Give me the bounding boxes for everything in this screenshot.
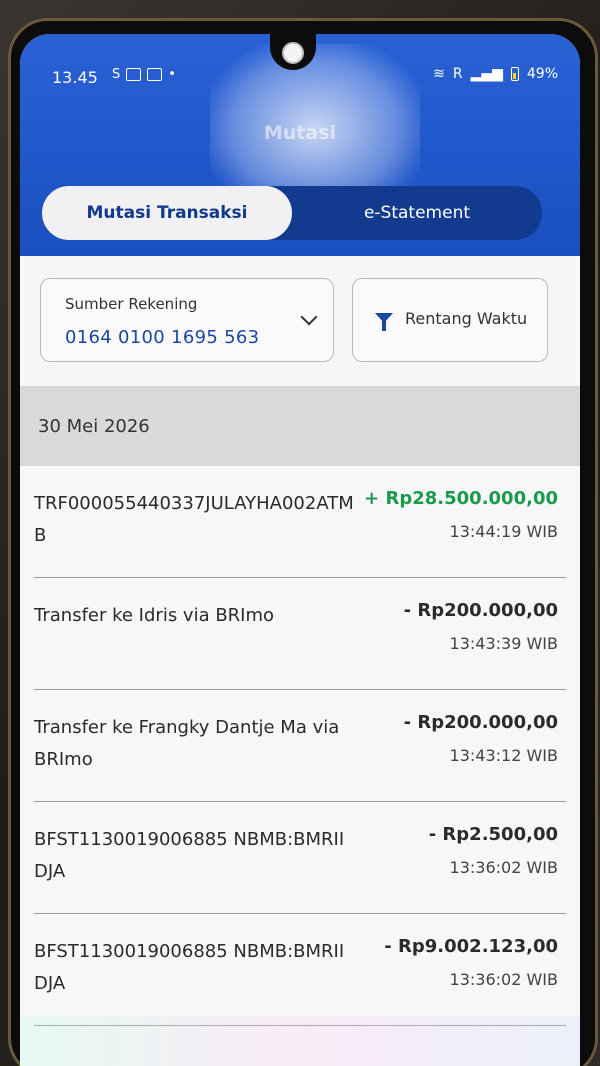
filter-icon (375, 313, 393, 331)
transaction-row[interactable]: Transfer ke Frangky Dantje Ma via BRImo … (20, 690, 580, 802)
status-time: 13.45 (52, 68, 98, 87)
status-icons-right: ≋ R ▂▄▆ 49% (433, 66, 558, 82)
date-group-label: 30 Mei 2026 (38, 416, 150, 437)
network-roaming-label: R (452, 66, 463, 82)
transaction-row[interactable]: BFST1130019006885 NBMB:BMRIIDJA - Rp2.50… (20, 802, 580, 914)
transaction-description: TRF000055440337JULAYHA002ATMB (34, 493, 354, 546)
chevron-down-icon (300, 308, 318, 326)
phone-photo-background: 13.45 S • ≋ R ▂▄▆ 49% Mutasi Mutasi Tran… (0, 0, 600, 1066)
tab-bar: Mutasi Transaksi e-Statement (42, 186, 542, 240)
transaction-time: 13:36:02 WIB (449, 858, 558, 877)
account-number: 0164 0100 1695 563 (65, 327, 260, 348)
transaction-list: TRF000055440337JULAYHA002ATMB + Rp28.500… (20, 466, 580, 1066)
transaction-time: 13:44:19 WIB (449, 522, 558, 541)
transaction-row[interactable]: Transfer ke Idris via BRImo - Rp200.000,… (20, 578, 580, 690)
account-selector[interactable]: Sumber Rekening 0164 0100 1695 563 (40, 278, 334, 362)
filter-area: Sumber Rekening 0164 0100 1695 563 Renta… (20, 256, 580, 386)
date-range-button[interactable]: Rentang Waktu (352, 278, 548, 362)
transaction-time: 13:36:02 WIB (449, 970, 558, 989)
front-camera-icon (282, 42, 304, 64)
status-icons-left: S • (112, 67, 176, 82)
app-notification-icon-2 (147, 68, 163, 81)
battery-percent: 49% (526, 66, 558, 82)
transaction-row[interactable]: TRF000055440337JULAYHA002ATMB + Rp28.500… (20, 466, 580, 578)
tab-e-statement[interactable]: e-Statement (292, 186, 542, 240)
transaction-amount: - Rp2.500,00 (428, 824, 558, 845)
transaction-description: BFST1130019006885 NBMB:BMRIIDJA (34, 941, 345, 994)
app-notification-icon (126, 68, 142, 81)
app-screen: 13.45 S • ≋ R ▂▄▆ 49% Mutasi Mutasi Tran… (20, 34, 580, 1066)
transaction-amount: - Rp200.000,00 (403, 600, 558, 621)
battery-icon (510, 67, 519, 81)
transaction-description: Transfer ke Idris via BRImo (34, 605, 275, 626)
account-label: Sumber Rekening (65, 295, 198, 313)
transaction-amount: - Rp200.000,00 (403, 712, 558, 733)
transaction-amount: - Rp9.002.123,00 (384, 936, 558, 957)
page-title: Mutasi (263, 122, 337, 144)
transaction-amount: + Rp28.500.000,00 (364, 488, 558, 509)
wifi-icon: ≋ (433, 66, 445, 82)
sync-icon: S (112, 67, 121, 82)
signal-icon: ▂▄▆ (470, 66, 503, 82)
row-divider (34, 1024, 566, 1026)
date-range-label: Rentang Waktu (405, 309, 528, 328)
dot-icon: • (168, 67, 176, 82)
transaction-row[interactable]: BFST1130019006885 NBMB:BMRIIDJA - Rp9.00… (20, 914, 580, 1026)
tab-mutasi-transaksi[interactable]: Mutasi Transaksi (42, 186, 292, 240)
transaction-description: Transfer ke Frangky Dantje Ma via BRImo (34, 717, 340, 770)
transaction-time: 13:43:39 WIB (449, 634, 558, 653)
transaction-time: 13:43:12 WIB (449, 746, 558, 765)
date-group-header: 30 Mei 2026 (20, 386, 580, 466)
app-header: 13.45 S • ≋ R ▂▄▆ 49% Mutasi Mutasi Tran… (20, 34, 580, 256)
transaction-description: BFST1130019006885 NBMB:BMRIIDJA (34, 829, 345, 882)
